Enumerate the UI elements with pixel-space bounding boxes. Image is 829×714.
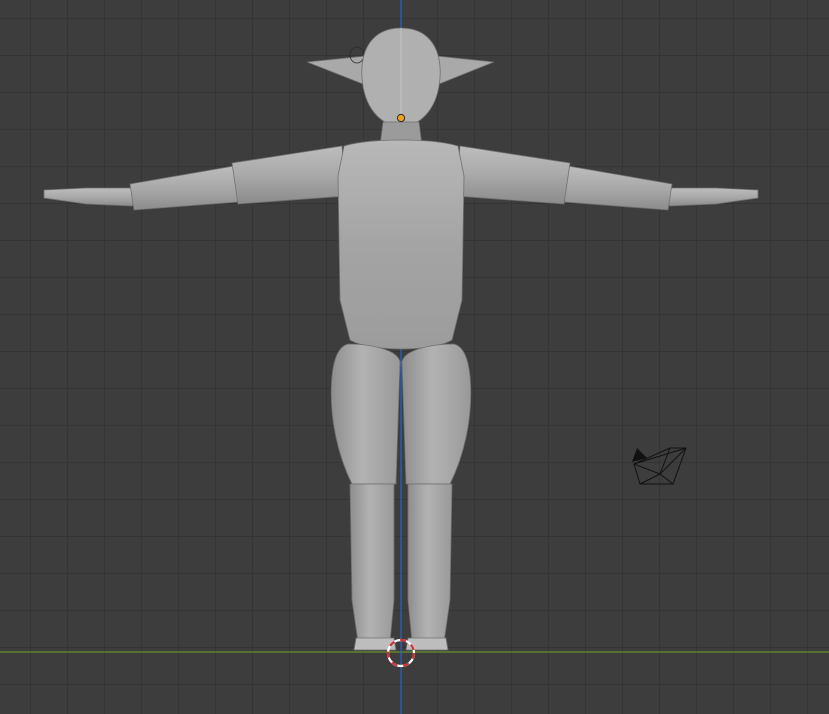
right-upper-arm <box>455 145 571 205</box>
left-ear <box>306 55 369 87</box>
right-hand <box>663 187 759 207</box>
viewport-scene <box>0 0 829 714</box>
object-origin-dot[interactable] <box>396 113 406 123</box>
left-forearm <box>129 165 239 211</box>
3d-viewport[interactable] <box>0 0 829 714</box>
left-thigh <box>330 343 401 485</box>
left-hand <box>43 187 139 207</box>
left-upper-arm <box>231 145 347 205</box>
torso <box>337 139 465 350</box>
camera-icon[interactable] <box>632 447 687 485</box>
right-shin <box>407 483 453 643</box>
right-forearm <box>563 165 673 211</box>
left-shin <box>349 483 395 643</box>
right-ear <box>433 55 495 87</box>
right-thigh <box>401 343 472 485</box>
